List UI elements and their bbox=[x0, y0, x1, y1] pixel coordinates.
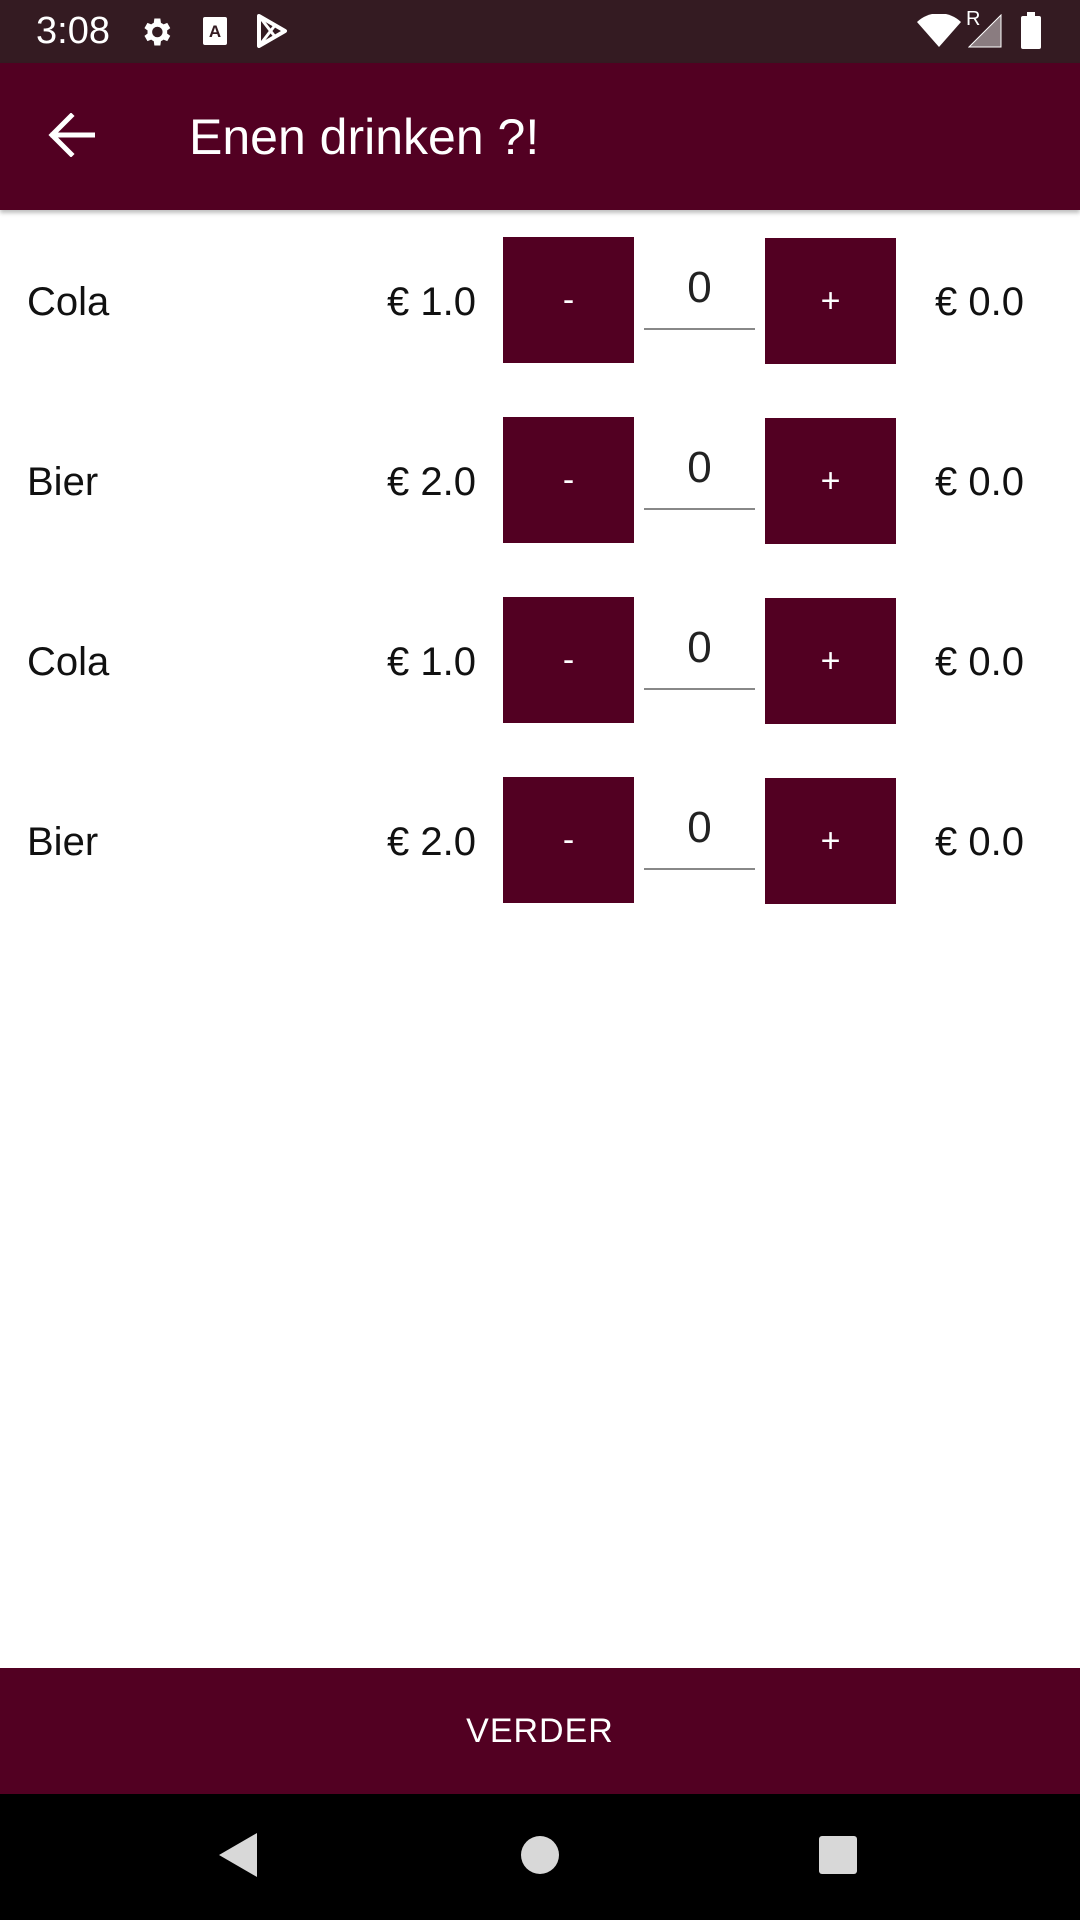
drink-row: Bier € 2.0 - + € 0.0 bbox=[0, 750, 1080, 930]
drink-total: € 0.0 bbox=[935, 460, 1024, 504]
increase-button[interactable]: + bbox=[765, 778, 896, 904]
drink-total: € 0.0 bbox=[935, 820, 1024, 864]
increase-button[interactable]: + bbox=[765, 238, 896, 364]
system-nav-bar bbox=[0, 1794, 1080, 1920]
font-a-icon: A bbox=[202, 16, 228, 51]
drink-list: Cola € 1.0 - + € 0.0 Bier € 2.0 - + € 0.… bbox=[0, 210, 1080, 930]
svg-text:A: A bbox=[209, 22, 221, 41]
arrow-back-icon bbox=[47, 111, 96, 162]
drink-name: Bier bbox=[27, 460, 99, 504]
decrease-button[interactable]: - bbox=[503, 597, 634, 723]
wifi-icon bbox=[916, 13, 962, 53]
quantity-field[interactable] bbox=[644, 788, 755, 870]
drink-total: € 0.0 bbox=[935, 640, 1024, 684]
drink-total: € 0.0 bbox=[935, 280, 1024, 324]
continue-button[interactable]: VERDER bbox=[0, 1668, 1080, 1794]
status-bar: 3:08 A R bbox=[0, 0, 1080, 63]
quantity-field[interactable] bbox=[644, 428, 755, 510]
nav-home-icon bbox=[520, 1835, 560, 1880]
drink-row: Bier € 2.0 - + € 0.0 bbox=[0, 390, 1080, 570]
drink-name: Cola bbox=[27, 280, 110, 324]
page-title: Enen drinken ?! bbox=[189, 109, 540, 165]
nav-recents-button[interactable] bbox=[803, 1824, 873, 1890]
signal-icon bbox=[967, 13, 1002, 53]
drink-name: Bier bbox=[27, 820, 99, 864]
quantity-field[interactable] bbox=[644, 608, 755, 690]
drink-row: Cola € 1.0 - + € 0.0 bbox=[0, 210, 1080, 390]
drink-name: Cola bbox=[27, 640, 110, 684]
drink-price: € 2.0 bbox=[387, 460, 476, 504]
settings-icon bbox=[138, 14, 174, 55]
drink-price: € 2.0 bbox=[387, 820, 476, 864]
back-button[interactable] bbox=[36, 105, 106, 169]
increase-button[interactable]: + bbox=[765, 418, 896, 544]
increase-button[interactable]: + bbox=[765, 598, 896, 724]
nav-back-icon bbox=[217, 1831, 259, 1884]
decrease-button[interactable]: - bbox=[503, 777, 634, 903]
nav-back-button[interactable] bbox=[203, 1824, 273, 1890]
play-store-icon bbox=[256, 14, 288, 53]
decrease-button[interactable]: - bbox=[503, 417, 634, 543]
quantity-field[interactable] bbox=[644, 248, 755, 330]
drink-price: € 1.0 bbox=[387, 640, 476, 684]
nav-home-button[interactable] bbox=[505, 1824, 575, 1890]
status-time: 3:08 bbox=[36, 10, 110, 52]
decrease-button[interactable]: - bbox=[503, 237, 634, 363]
battery-icon bbox=[1020, 12, 1042, 55]
drink-price: € 1.0 bbox=[387, 280, 476, 324]
app-bar: Enen drinken ?! bbox=[0, 63, 1080, 210]
drink-row: Cola € 1.0 - + € 0.0 bbox=[0, 570, 1080, 750]
nav-recents-icon bbox=[818, 1835, 858, 1880]
